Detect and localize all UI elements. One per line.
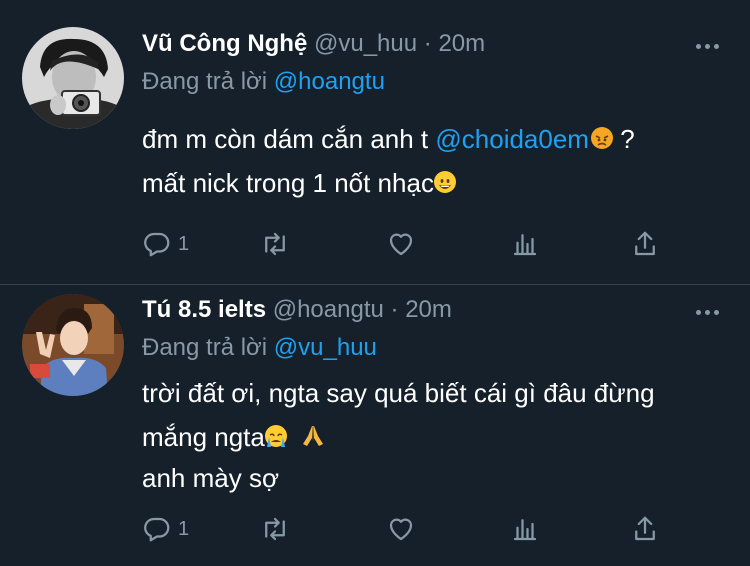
tweet-text: đm m còn dám cắn anh t [142, 124, 436, 154]
tweet-text: ? [612, 124, 635, 154]
retweet-button[interactable] [260, 513, 290, 545]
retweet-icon [265, 517, 285, 541]
replying-to: Đang trả lời @hoangtu [142, 68, 385, 96]
analytics-icon [513, 519, 537, 541]
handle[interactable]: @hoangtu [273, 296, 384, 323]
timestamp[interactable]: 20m [405, 296, 452, 323]
tweet-text-line: mất nick trong 1 nốt nhạc [142, 168, 456, 199]
separator: · [423, 30, 432, 57]
tweet-text: mất nick trong 1 nốt nhạc [142, 168, 434, 198]
timestamp[interactable]: 20m [438, 30, 485, 57]
tweet-text-line: đm m còn dám cắn anh t @choida0em ? [142, 124, 635, 155]
like-button[interactable] [386, 228, 416, 260]
share-icon [635, 231, 655, 256]
mention-link[interactable]: @choida0em [435, 124, 589, 154]
retweet-button[interactable] [260, 228, 290, 260]
analytics-button[interactable] [510, 228, 540, 260]
tweet-actions: 1 [142, 228, 682, 260]
reply-count: 1 [178, 232, 190, 255]
angry-face-emoji-icon [590, 127, 613, 150]
more-icon[interactable] [696, 41, 720, 51]
heart-icon [389, 518, 413, 541]
analytics-button[interactable] [510, 513, 540, 545]
replying-mention[interactable]: @vu_huu [274, 334, 377, 361]
replying-prefix: Đang trả lời [142, 334, 268, 361]
retweet-icon [265, 232, 285, 256]
folded-hands-emoji-icon [300, 424, 326, 448]
share-icon [635, 516, 655, 541]
analytics-icon [513, 234, 537, 256]
heart-icon [389, 233, 413, 256]
tweet-text: mắng ngta [142, 422, 265, 452]
replying-mention[interactable]: @hoangtu [274, 68, 385, 95]
replying-to: Đang trả lời @vu_huu [142, 334, 377, 362]
more-icon[interactable] [696, 307, 720, 317]
reply-icon [144, 232, 170, 257]
tweet-1[interactable]: Vũ Công Nghệ @vu_huu · 20m Đang trả lời … [0, 0, 750, 285]
tweet-actions: 1 [142, 513, 682, 545]
crying-face-emoji-icon [264, 425, 287, 448]
tweet-text-line: mắng ngta [142, 422, 326, 453]
reply-button[interactable]: 1 [142, 228, 189, 260]
replying-prefix: Đang trả lời [142, 68, 268, 95]
display-name[interactable]: Vũ Công Nghệ [142, 30, 307, 57]
tweet-2[interactable]: Tú 8.5 ielts @hoangtu · 20m Đang trả lời… [0, 285, 750, 566]
share-button[interactable] [630, 513, 660, 545]
tweet-text-line: anh mày sợ [142, 463, 279, 493]
handle[interactable]: @vu_huu [314, 30, 417, 57]
display-name[interactable]: Tú 8.5 ielts [142, 296, 266, 323]
share-button[interactable] [630, 228, 660, 260]
separator: · [390, 296, 399, 323]
avatar[interactable] [22, 27, 124, 129]
reply-count: 1 [178, 517, 190, 540]
like-button[interactable] [386, 513, 416, 545]
avatar[interactable] [22, 294, 124, 396]
reply-icon [144, 517, 170, 542]
grinning-face-emoji-icon [433, 171, 456, 194]
tweet-text-line: trời đất ơi, ngta say quá biết cái gì đâ… [142, 378, 655, 408]
reply-button[interactable]: 1 [142, 513, 189, 545]
